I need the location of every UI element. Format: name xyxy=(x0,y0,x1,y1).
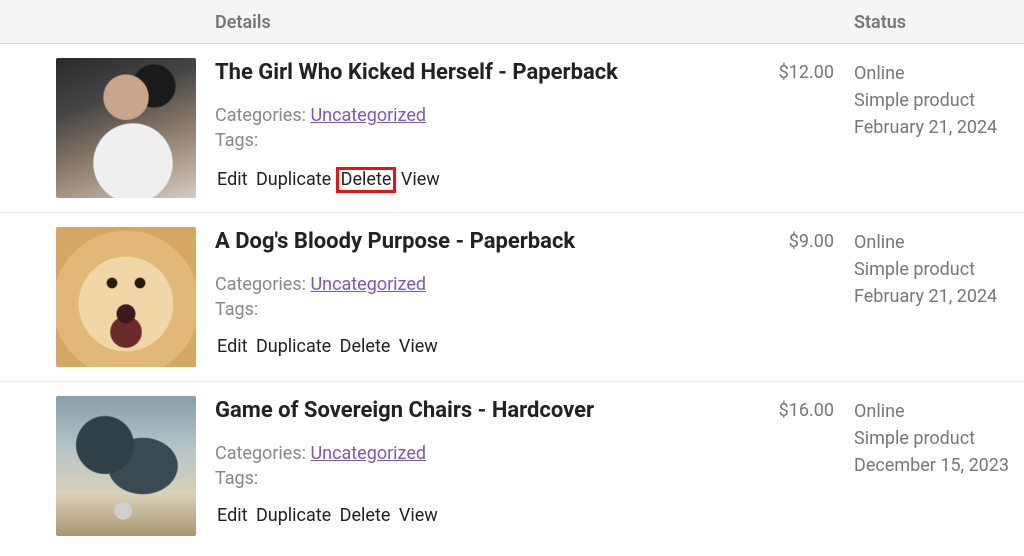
status-date: February 21, 2024 xyxy=(854,283,1014,310)
tags-label: Tags: xyxy=(215,130,258,151)
view-action[interactable]: View xyxy=(397,336,440,357)
table-header: Details Status xyxy=(0,0,1024,44)
delete-action[interactable]: Delete xyxy=(338,505,393,526)
row-actions: Edit Duplicate Delete View xyxy=(215,505,754,526)
edit-action[interactable]: Edit xyxy=(215,336,249,357)
status-state: Online xyxy=(854,60,1014,87)
row-actions: Edit Duplicate Delete View xyxy=(215,336,754,357)
edit-action[interactable]: Edit xyxy=(215,505,249,526)
header-status: Status xyxy=(854,12,906,33)
status-type: Simple product xyxy=(854,425,1014,452)
delete-action[interactable]: Delete xyxy=(338,336,393,357)
category-link[interactable]: Uncategorized xyxy=(310,443,426,464)
tags-label: Tags: xyxy=(215,299,258,320)
status-date: February 21, 2024 xyxy=(854,114,1014,141)
product-meta: Categories: Uncategorized Tags: xyxy=(215,441,754,491)
product-thumbnail[interactable] xyxy=(56,396,196,536)
duplicate-action[interactable]: Duplicate xyxy=(254,169,333,190)
product-thumbnail[interactable] xyxy=(56,227,196,367)
product-status: Online Simple product February 21, 2024 xyxy=(854,227,1014,310)
categories-label: Categories: xyxy=(215,105,306,126)
categories-label: Categories: xyxy=(215,443,306,464)
product-title[interactable]: Game of Sovereign Chairs - Hardcover xyxy=(215,398,754,423)
product-status: Online Simple product February 21, 2024 xyxy=(854,58,1014,141)
product-thumbnail[interactable] xyxy=(56,58,196,198)
product-title[interactable]: A Dog's Bloody Purpose - Paperback xyxy=(215,229,754,254)
duplicate-action[interactable]: Duplicate xyxy=(254,505,333,526)
status-type: Simple product xyxy=(854,256,1014,283)
view-action[interactable]: View xyxy=(399,169,442,190)
status-type: Simple product xyxy=(854,87,1014,114)
table-row: The Girl Who Kicked Herself - Paperback … xyxy=(0,44,1024,213)
status-state: Online xyxy=(854,398,1014,425)
view-action[interactable]: View xyxy=(397,505,440,526)
status-date: December 15, 2023 xyxy=(854,452,1014,479)
category-link[interactable]: Uncategorized xyxy=(310,274,426,295)
product-status: Online Simple product December 15, 2023 xyxy=(854,396,1014,479)
table-row: A Dog's Bloody Purpose - Paperback Categ… xyxy=(0,213,1024,382)
delete-action[interactable]: Delete xyxy=(336,167,397,193)
edit-action[interactable]: Edit xyxy=(215,169,249,190)
product-price: $9.00 xyxy=(754,227,834,252)
status-state: Online xyxy=(854,229,1014,256)
product-meta: Categories: Uncategorized Tags: xyxy=(215,103,754,153)
row-actions: Edit Duplicate Delete View xyxy=(215,167,754,193)
categories-label: Categories: xyxy=(215,274,306,295)
product-price: $12.00 xyxy=(754,58,834,83)
category-link[interactable]: Uncategorized xyxy=(310,105,426,126)
product-meta: Categories: Uncategorized Tags: xyxy=(215,272,754,322)
table-row: Game of Sovereign Chairs - Hardcover Cat… xyxy=(0,382,1024,550)
tags-label: Tags: xyxy=(215,468,258,489)
duplicate-action[interactable]: Duplicate xyxy=(254,336,333,357)
product-price: $16.00 xyxy=(754,396,834,421)
product-title[interactable]: The Girl Who Kicked Herself - Paperback xyxy=(215,60,754,85)
product-table: Details Status The Girl Who Kicked Herse… xyxy=(0,0,1024,550)
header-details: Details xyxy=(215,12,271,33)
